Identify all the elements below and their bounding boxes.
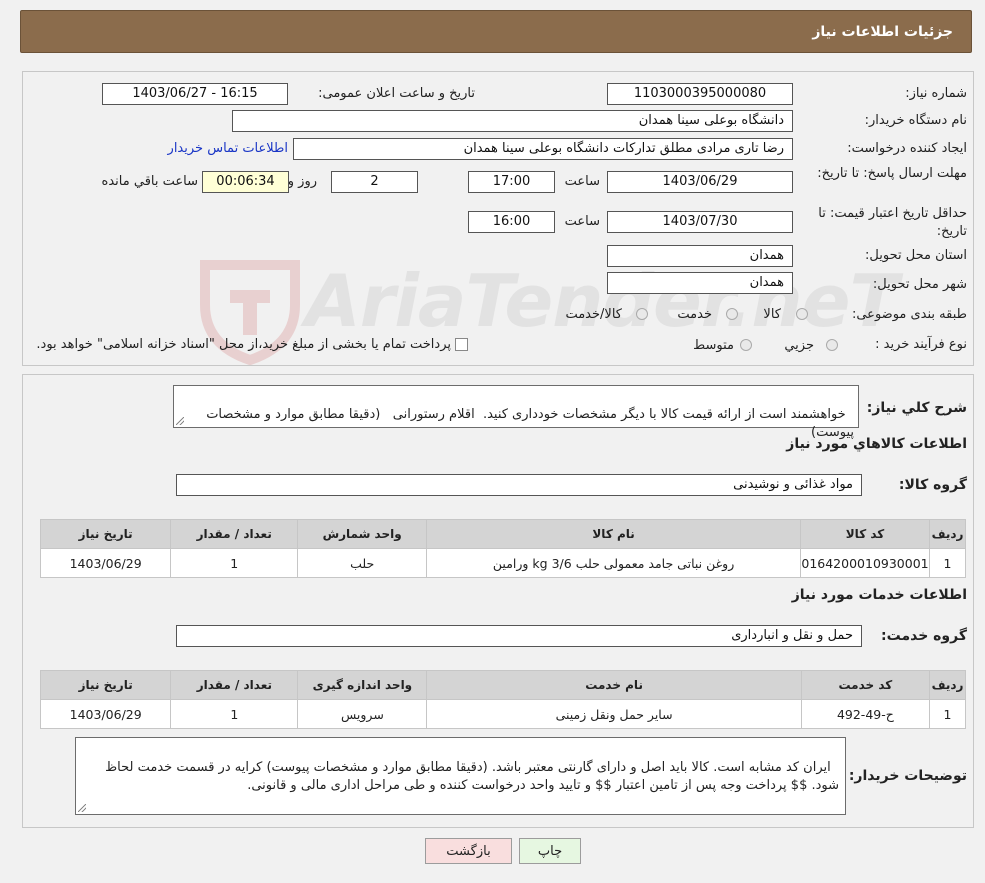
category-service-radio[interactable] [726,308,738,320]
province-field: همدان [607,245,793,267]
cell-row: 1 [929,548,966,578]
col-row: ردیف [929,519,966,549]
days-field: 2 [331,171,418,193]
creator-label: ایجاد کننده درخواست: [847,141,967,156]
cell-row: 1 [929,699,966,729]
city-field: همدان [607,272,793,294]
page-title: جزئیات اطلاعات نیاز [812,23,953,40]
deadline-time-field: 17:00 [468,171,555,193]
category-goods-service-radio[interactable] [636,308,648,320]
cell-unit: حلب [297,548,428,578]
category-label: طبقه بندی موضوعی: [851,307,967,322]
col-need-date: تاریخ نیاز [39,670,172,700]
services-table: تاریخ نیاز تعداد / مقدار واحد اندازه گیر… [39,670,966,729]
buyer-contact-link[interactable]: اطلاعات تماس خریدار [168,141,288,156]
deadline-time-label: ساعت [564,174,600,189]
process-medium-label: متوسط [693,338,734,353]
goods-group-field: مواد غذائی و نوشیدنی [176,474,862,496]
process-minor-radio[interactable] [826,339,838,351]
services-group-label: گروه خدمت: [881,628,967,644]
creator-field: رضا تاری مرادی مطلق تدارکات دانشگاه بوعل… [293,138,793,160]
cell-quantity: 1 [170,548,299,578]
resize-handle-icon[interactable] [78,804,86,812]
services-table-header: تاریخ نیاز تعداد / مقدار واحد اندازه گیر… [39,670,966,700]
treasury-checkbox[interactable] [455,338,468,351]
print-button[interactable]: چاپ [519,838,581,864]
category-service-label: خدمت [677,307,712,322]
goods-section-title: اطلاعات کالاهاي مورد نياز [786,436,967,452]
back-button[interactable]: بازگشت [425,838,512,864]
announce-label: تاریخ و ساعت اعلان عمومی: [318,86,475,101]
category-goods-service-label: کالا/خدمت [565,307,622,322]
cell-measure-unit: سرویس [297,699,428,729]
col-need-date: تاریخ نیاز [39,519,172,549]
days-label: روز و [287,174,317,189]
goods-table-header: تاریخ نیاز تعداد / مقدار واحد شمارش نام … [39,519,966,549]
buyer-org-field: دانشگاه بوعلی سینا همدان [232,110,793,132]
cell-service-name: سایر حمل ونقل زمینی [426,699,802,729]
validity-time-field: 16:00 [468,211,555,233]
deadline-label: مهلت ارسال پاسخ: تا تاریخ: [817,166,967,181]
validity-time-label: ساعت [564,214,600,229]
buyer-notes-text: ایران کد مشابه است. کالا باید اصل و دارا… [101,760,839,793]
services-group-field: حمل و نقل و انبارداری [176,625,862,647]
col-quantity: تعداد / مقدار [170,519,299,549]
province-label: استان محل تحویل: [865,248,967,263]
description-textarea[interactable]: خواهشمند است از ارائه قیمت کالا با دیگر … [173,385,859,440]
cell-item-name: روغن نباتی جامد معمولی حلب 3/6 kg ورامین [426,548,802,578]
cell-service-code: ح-49-492 [800,699,931,729]
col-service-code: کد خدمت [800,670,931,700]
resize-handle-icon[interactable] [176,417,184,425]
validity-label: حداقل تاریخ اعتبار قیمت: تا تاریخ: [818,206,967,239]
col-unit: واحد شمارش [297,519,428,549]
process-minor-label: جزیي [784,338,814,353]
table-row: 1403/06/29 1 حلب روغن نباتی جامد معمولی … [39,548,966,578]
deadline-date-field: 1403/06/29 [607,171,793,193]
watermark-text: AriaTender.neT [305,259,899,343]
process-note: پرداخت تمام یا بخشی از مبلغ خرید،از محل … [36,337,451,352]
col-quantity: تعداد / مقدار [170,670,299,700]
announce-field: 1403/06/27 - 16:15 [102,83,288,105]
goods-group-label: گروه کالا: [898,477,967,493]
cell-quantity: 1 [170,699,299,729]
col-service-name: نام خدمت [426,670,802,700]
page-header: جزئیات اطلاعات نیاز [20,10,972,53]
need-number-field: 1103000395000080 [607,83,793,105]
col-measure-unit: واحد اندازه گیری [297,670,428,700]
process-label: نوع فرآیند خرید : [875,337,967,352]
cell-need-date: 1403/06/29 [39,699,172,729]
services-section-title: اطلاعات خدمات مورد نياز [791,587,967,603]
need-number-label: شماره نیاز: [905,86,967,101]
description-label: شرح کلي نیاز: [866,400,967,416]
remaining-time-field: 00:06:34 [202,171,289,193]
buyer-notes-label: توضیحات خریدار: [848,768,967,784]
remaining-label: ساعت باقي مانده [101,174,198,189]
col-item-code: کد کالا [800,519,930,549]
category-goods-label: کالا [763,307,781,322]
goods-table: تاریخ نیاز تعداد / مقدار واحد شمارش نام … [39,519,966,578]
validity-date-field: 1403/07/30 [607,211,793,233]
col-row: ردیف [929,670,966,700]
col-item-name: نام کالا [426,519,802,549]
category-goods-radio[interactable] [796,308,808,320]
cell-item-code: 0164200010930001 [800,548,930,578]
buyer-notes-textarea[interactable]: ایران کد مشابه است. کالا باید اصل و دارا… [75,737,846,815]
cell-need-date: 1403/06/29 [39,548,172,578]
table-row: 1403/06/29 1 سرویس سایر حمل ونقل زمینی ح… [39,699,966,729]
process-medium-radio[interactable] [740,339,752,351]
city-label: شهر محل تحویل: [872,277,967,292]
buyer-org-label: نام دستگاه خریدار: [864,113,967,128]
